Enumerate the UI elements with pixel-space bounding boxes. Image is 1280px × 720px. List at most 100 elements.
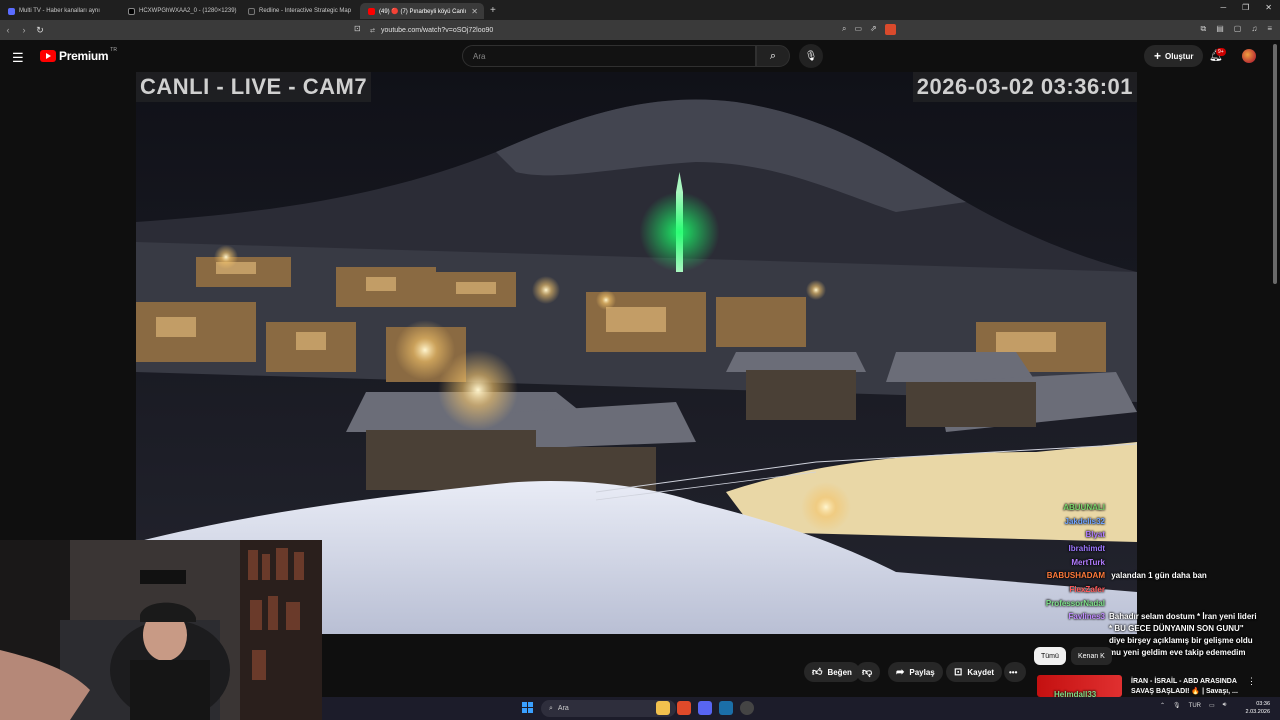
dislike-button[interactable]: 👎︎ — [856, 662, 880, 682]
related-video-title[interactable]: İRAN - İSRAİL - ABD ARASINDA SAVAŞ BAŞLA… — [1131, 677, 1251, 697]
windows-start-icon[interactable] — [522, 702, 533, 713]
filter-chip[interactable]: Kenan K — [1071, 647, 1112, 665]
chat-message: ABUUNALI — [990, 503, 1109, 512]
clock-date: 2.03.2026 — [1245, 709, 1270, 715]
bookmark-icon[interactable]: ⊡ — [354, 24, 361, 33]
brave-browser-icon[interactable] — [677, 701, 691, 715]
plus-icon: + — [1154, 49, 1162, 63]
screen: Multi TV - Haber kanalları aynı HCXWPGhW… — [0, 0, 1280, 720]
close-icon[interactable]: ✕ — [471, 7, 478, 16]
site-info-icon[interactable]: ⇄ — [370, 27, 375, 34]
browser-tab[interactable]: Multi TV - Haber kanalları aynı — [0, 3, 120, 19]
music-icon[interactable]: ♫ — [1251, 24, 1257, 34]
share-button[interactable]: ➦ Paylaş — [888, 662, 943, 682]
chat-message: Blyat — [990, 530, 1109, 539]
wallet-icon[interactable]: ▢ — [1234, 24, 1242, 34]
voice-search-button[interactable]: 🎙 — [799, 44, 823, 68]
chat-message: Favlines3 — [990, 612, 1109, 621]
share-label: Paylaş — [909, 667, 935, 677]
tab-label: (49) 🔴 (7) Pınarbeyli köyü Canlı — [379, 8, 467, 15]
chat-username: Jakdelis32 — [1064, 517, 1105, 526]
browser-tab[interactable]: Redline - Interactive Strategic Map — [240, 3, 360, 19]
save-button[interactable]: ⊡ Kaydet — [946, 662, 1003, 682]
search-icon: ⌕ — [549, 704, 553, 712]
brave-shield-icon[interactable] — [884, 24, 896, 37]
window-close-icon[interactable]: ✕ — [1265, 3, 1272, 12]
chat-message: Jakdelis32 — [990, 517, 1109, 526]
taskbar-clock[interactable]: 03:36 2.03.2026 — [1246, 700, 1270, 716]
avatar[interactable] — [1242, 49, 1256, 63]
discord-icon[interactable] — [698, 701, 712, 715]
new-tab-icon[interactable]: + — [490, 5, 496, 16]
streamer-webcam — [0, 540, 322, 720]
create-label: Oluştur — [1165, 51, 1194, 61]
forward-icon[interactable]: › — [16, 25, 32, 35]
chat-message: ProfessorNadal — [990, 599, 1109, 608]
filter-chip-all[interactable]: Tümü — [1034, 647, 1066, 665]
maximize-icon[interactable]: ❐ — [1242, 3, 1249, 12]
chat-username: Ibrahimdt — [1068, 544, 1105, 553]
share-icon[interactable]: ⇗ — [870, 24, 877, 37]
chat-username: FlexZafer — [1069, 585, 1105, 594]
taskbar-search-label: Ara — [557, 705, 569, 712]
tray-chevron-icon[interactable]: ⌃ — [1160, 702, 1165, 709]
more-actions-button[interactable]: ••• — [1004, 662, 1026, 682]
screen-icon[interactable]: ▭ — [854, 24, 862, 37]
search-input[interactable]: Ara — [462, 45, 756, 67]
save-label: Kaydet — [967, 667, 995, 677]
hamburger-menu-icon[interactable]: ☰ — [12, 50, 24, 66]
search-button[interactable]: ⌕ — [756, 45, 790, 67]
mic-tray-icon[interactable]: 🎙︎ — [1173, 702, 1181, 709]
search-placeholder: Ara — [473, 51, 486, 61]
chat-text: yalandan 1 gün daha ban — [1111, 571, 1207, 580]
browser-toolbar-right: ⧉ ▤ ▢ ♫ ≡ — [1200, 24, 1272, 34]
microphone-icon: 🎙 — [804, 50, 818, 62]
chat-username: ProfessorNadal — [1045, 599, 1105, 608]
filter-chip-label: Kenan K — [1078, 652, 1105, 660]
obs-icon[interactable] — [740, 701, 754, 715]
filter-chip-label: Tümü — [1041, 652, 1059, 660]
browser-tab[interactable]: HCXWPGhWXAA2_0 - (1280×1239) — [120, 3, 240, 19]
brand-label: Premium — [59, 49, 109, 63]
extensions-icon[interactable]: ⧉ — [1200, 24, 1206, 34]
language-indicator[interactable]: TUR — [1189, 703, 1201, 709]
youtube-logo[interactable]: Premium TR — [40, 47, 117, 63]
share-arrow-icon: ➦ — [896, 666, 905, 678]
tv-icon — [8, 7, 15, 15]
chat-username: ABUUNALI — [1063, 503, 1105, 512]
page-scrollbar[interactable] — [1273, 44, 1277, 284]
file-explorer-icon[interactable] — [656, 701, 670, 715]
like-button[interactable]: 👍︎ Beğen — [804, 662, 860, 682]
chat-long-message: Bahadır selam dostum * İran yeni lideri … — [1109, 612, 1257, 657]
chat-message: MertTurk — [990, 558, 1109, 567]
chat-message: Ibrahimdt — [990, 544, 1109, 553]
related-more-icon[interactable]: ⋮ — [1247, 676, 1256, 687]
create-button[interactable]: + Oluştur — [1144, 45, 1204, 67]
camera-timestamp: 2026-03-02 03:36:01 — [912, 72, 1137, 102]
tab-label: HCXWPGhWXAA2_0 - (1280×1239) — [139, 8, 237, 14]
url-field[interactable]: ⇄ youtube.com/watch?v=oSOj72loo90 — [370, 23, 890, 37]
address-bar: ‹ › ↻ ⊡ ⇄ youtube.com/watch?v=oSOj72loo9… — [0, 20, 1280, 40]
country-code: TR — [110, 47, 117, 53]
network-icon[interactable]: ▭ — [1209, 702, 1215, 709]
more-icon: ••• — [1009, 667, 1018, 677]
windows-taskbar: ⌕ Ara ⌃ 🎙︎ TUR ▭ 🔊︎ 03:36 2.03.2026 — [322, 697, 1280, 720]
reload-icon[interactable]: ↻ — [32, 25, 48, 36]
chat-username: Favlines3 — [1068, 612, 1105, 621]
volume-icon[interactable]: 🔊︎ — [1223, 702, 1227, 709]
minimize-icon[interactable]: ─ — [1220, 3, 1226, 12]
address-tools: ⌕ ▭ ⇗ — [842, 24, 896, 37]
sidebar-icon[interactable]: ▤ — [1216, 24, 1224, 34]
zoom-icon[interactable]: ⌕ — [842, 24, 846, 37]
menu-icon[interactable]: ≡ — [1267, 24, 1272, 34]
steam-icon[interactable] — [719, 701, 733, 715]
chat-username: MertTurk — [1071, 558, 1105, 567]
back-icon[interactable]: ‹ — [0, 25, 16, 35]
thumbs-up-icon: 👍︎ — [812, 667, 823, 678]
youtube-header: ☰ Premium TR Ara ⌕ 🎙 + Oluştur 🔔︎ 9+ — [0, 40, 1280, 72]
chat-username: Blyat — [1085, 530, 1105, 539]
browser-tab-active[interactable]: (49) 🔴 (7) Pınarbeyli köyü Canlı ✕ — [360, 3, 484, 19]
like-label: Beğen — [827, 667, 852, 677]
youtube-play-icon — [40, 50, 56, 62]
system-tray: ⌃ 🎙︎ TUR ▭ 🔊︎ — [1160, 702, 1226, 709]
